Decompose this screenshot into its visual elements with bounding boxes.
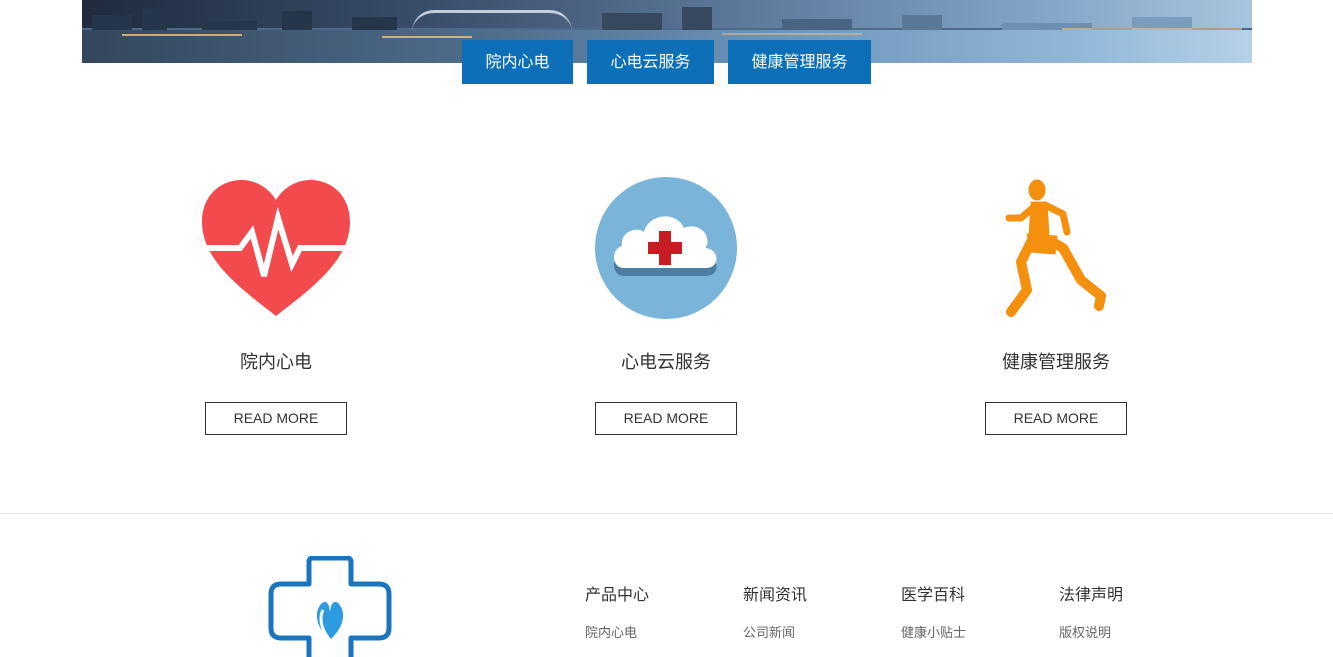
tab-ecg-cloud-service[interactable]: 心电云服务 xyxy=(587,40,714,84)
footer-column-news: 新闻资讯 公司新闻 xyxy=(743,586,893,641)
service-title: 健康管理服务 xyxy=(1002,352,1110,372)
medical-cross-logo[interactable] xyxy=(267,556,393,657)
service-health-management: 健康管理服务 READ MORE xyxy=(906,172,1206,435)
service-ecg-cloud: 心电云服务 READ MORE xyxy=(516,172,816,435)
footer-column-medical-wiki: 医学百科 健康小贴士 xyxy=(901,586,1051,641)
service-tabs: 院内心电 心电云服务 健康管理服务 xyxy=(0,40,1333,84)
footer-link[interactable]: 公司新闻 xyxy=(743,625,893,641)
read-more-button[interactable]: READ MORE xyxy=(205,402,347,435)
read-more-button[interactable]: READ MORE xyxy=(985,402,1127,435)
heart-pulse-icon xyxy=(126,172,426,324)
service-title: 院内心电 xyxy=(240,352,312,372)
footer-heading: 新闻资讯 xyxy=(743,587,808,604)
service-in-hospital-ecg: 院内心电 READ MORE xyxy=(126,172,426,435)
tab-in-hospital-ecg[interactable]: 院内心电 xyxy=(462,40,573,84)
service-title: 心电云服务 xyxy=(621,352,711,372)
footer-column-legal: 法律声明 版权说明 xyxy=(1059,586,1209,641)
footer-link[interactable]: 院内心电 xyxy=(585,625,735,641)
footer-link[interactable]: 版权说明 xyxy=(1059,625,1209,641)
footer-link[interactable]: 健康小贴士 xyxy=(901,625,1051,641)
footer-heading: 医学百科 xyxy=(901,587,966,604)
footer-heading: 法律声明 xyxy=(1059,587,1124,604)
footer-heading: 产品中心 xyxy=(585,587,650,604)
read-more-button[interactable]: READ MORE xyxy=(595,402,737,435)
footer-column-products: 产品中心 院内心电 xyxy=(585,586,735,641)
tab-health-management[interactable]: 健康管理服务 xyxy=(728,40,871,84)
footer-divider xyxy=(0,513,1333,514)
cloud-cross-icon xyxy=(516,172,816,324)
runner-icon xyxy=(906,172,1206,324)
